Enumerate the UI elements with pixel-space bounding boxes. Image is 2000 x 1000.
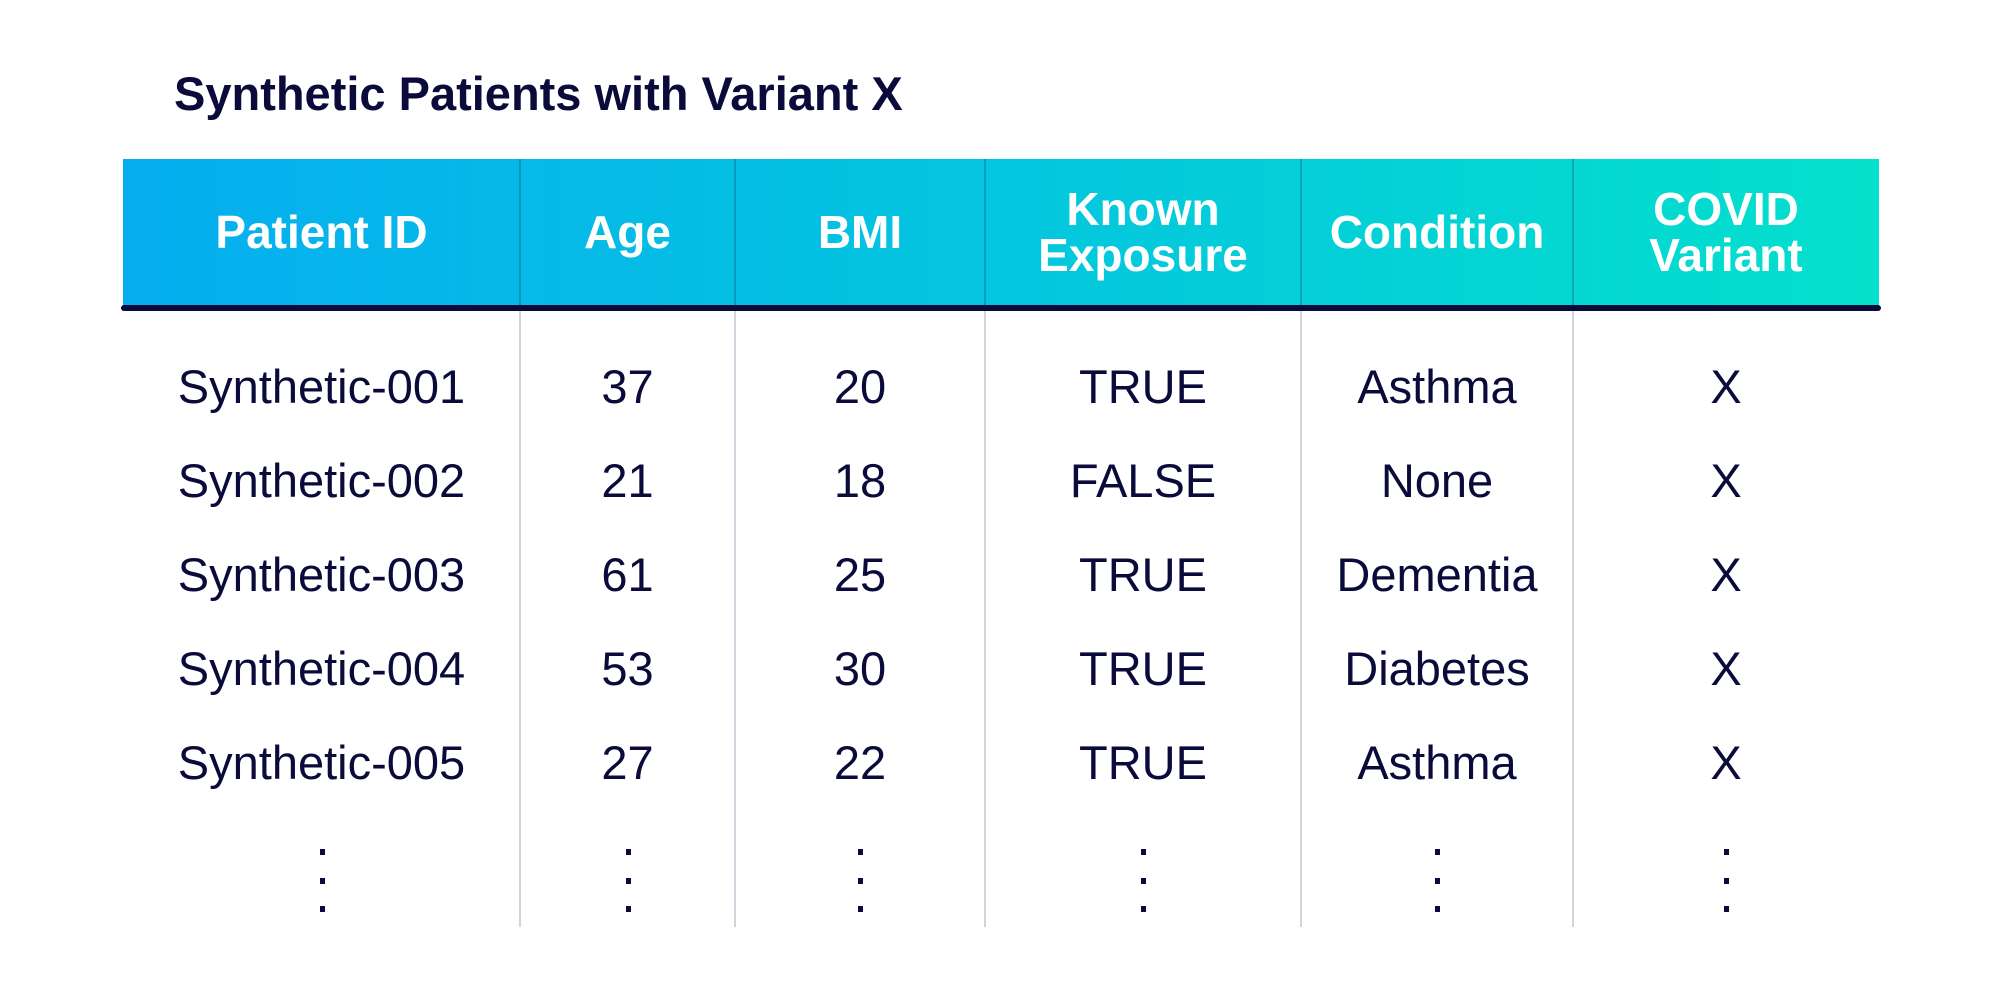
cell-patient-id: Synthetic-002 xyxy=(177,453,466,507)
vertical-ellipsis-icon xyxy=(319,0,326,912)
column-header-label: BMI xyxy=(817,206,903,258)
vertical-ellipsis-icon xyxy=(1724,0,1730,912)
cell-age: 21 xyxy=(601,453,654,507)
cell-bmi: 25 xyxy=(833,547,887,601)
cell-known-exposure: TRUE xyxy=(1079,359,1207,413)
cell-known-exposure: FALSE xyxy=(1069,453,1217,507)
cell-condition: None xyxy=(1380,453,1494,507)
cell-covid-variant: X xyxy=(1710,547,1742,601)
cell-covid-variant: X xyxy=(1710,735,1742,789)
ellipsis-dot xyxy=(625,906,631,912)
cell-bmi: 18 xyxy=(833,453,887,507)
cell-covid-variant: X xyxy=(1710,641,1742,695)
cell-condition: Dementia xyxy=(1336,547,1538,601)
column-header-label: Known xyxy=(1066,183,1220,235)
cell-condition: Diabetes xyxy=(1344,641,1530,695)
header-column-divider xyxy=(519,159,521,305)
ellipsis-dot xyxy=(1141,849,1146,855)
cell-covid-variant: X xyxy=(1710,453,1742,507)
column-header-label: Condition xyxy=(1329,206,1545,258)
column-header-age: Age xyxy=(520,159,735,305)
cell-bmi: 30 xyxy=(833,641,887,695)
ellipsis-dot xyxy=(1724,849,1729,855)
cell-bmi: 22 xyxy=(833,735,887,789)
cell-bmi: 20 xyxy=(833,359,887,413)
column-header-label: Variant xyxy=(1649,229,1803,281)
ellipsis-dot xyxy=(319,849,325,855)
vertical-ellipsis-icon xyxy=(1141,0,1147,912)
vertical-ellipsis-icon xyxy=(858,0,864,912)
ellipsis-dot xyxy=(1435,906,1440,912)
cell-known-exposure: TRUE xyxy=(1079,547,1207,601)
ellipsis-dot xyxy=(858,849,863,855)
column-header-label: Patient ID xyxy=(215,206,428,258)
header-column-divider xyxy=(1300,159,1302,305)
ellipsis-dot xyxy=(319,906,325,912)
ellipsis-dot xyxy=(1141,906,1146,912)
header-divider-line xyxy=(121,305,1881,311)
column-header-known-exposure: Known Exposure xyxy=(985,159,1301,305)
ellipsis-dot xyxy=(625,849,631,855)
ellipsis-dot xyxy=(319,878,325,884)
cell-known-exposure: TRUE xyxy=(1079,735,1207,789)
column-header-label: COVID xyxy=(1653,183,1799,235)
cell-patient-id: Synthetic-001 xyxy=(177,359,466,413)
column-header-condition: Condition xyxy=(1301,159,1573,305)
header-column-divider xyxy=(984,159,986,305)
ellipsis-dot xyxy=(1435,878,1440,884)
vertical-ellipsis-icon xyxy=(625,0,632,912)
cell-covid-variant: X xyxy=(1710,359,1742,413)
ellipsis-dot xyxy=(625,878,631,884)
ellipsis-dot xyxy=(1141,878,1146,884)
cell-condition: Asthma xyxy=(1357,735,1517,789)
ellipsis-dot xyxy=(1724,878,1729,884)
cell-patient-id: Synthetic-005 xyxy=(177,735,466,789)
header-column-divider xyxy=(734,159,736,305)
ellipsis-dot xyxy=(1435,849,1440,855)
ellipsis-dot xyxy=(858,878,863,884)
cell-age: 53 xyxy=(601,641,654,695)
page-title: Synthetic Patients with Variant X xyxy=(174,67,903,120)
cell-age: 27 xyxy=(601,735,654,789)
header-column-divider xyxy=(1572,159,1574,305)
cell-patient-id: Synthetic-004 xyxy=(177,641,466,695)
cell-age: 61 xyxy=(601,547,654,601)
column-header-label: Exposure xyxy=(1038,229,1248,281)
cell-age: 37 xyxy=(601,359,654,413)
cell-condition: Asthma xyxy=(1357,359,1517,413)
column-header-bmi: BMI xyxy=(735,159,985,305)
vertical-ellipsis-icon xyxy=(1435,0,1441,912)
column-header-patient-id: Patient ID xyxy=(123,159,520,305)
cell-known-exposure: TRUE xyxy=(1079,641,1207,695)
column-header-label: Age xyxy=(584,206,671,258)
ellipsis-dot xyxy=(1724,906,1729,912)
ellipsis-dot xyxy=(858,906,863,912)
column-header-covid-variant: COVID Variant xyxy=(1573,159,1879,305)
cell-patient-id: Synthetic-003 xyxy=(177,547,466,601)
